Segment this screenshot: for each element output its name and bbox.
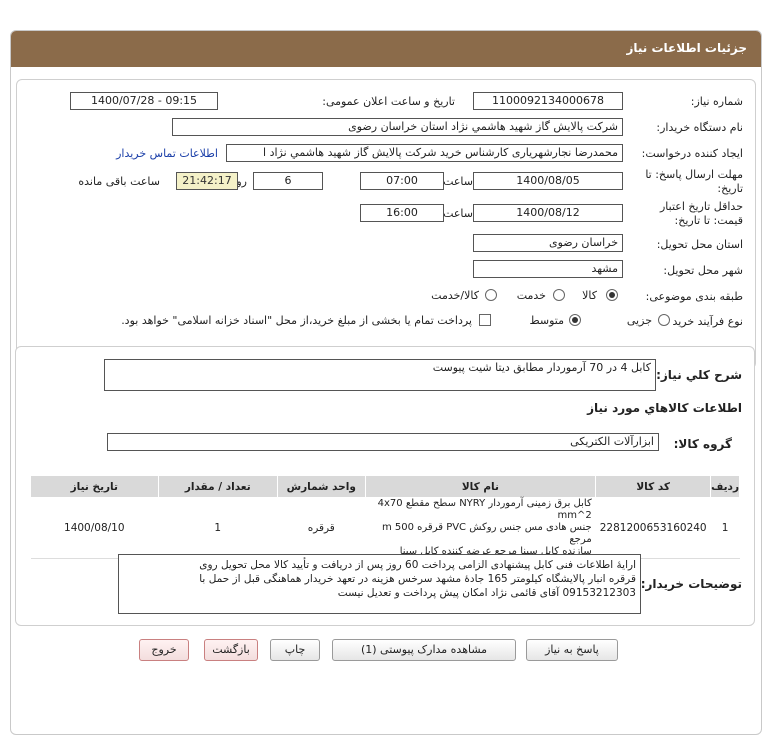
goods-table: ردیف کد کالا نام کالا واحد شمارش تعداد /…: [30, 475, 740, 559]
reply-deadline-date: 1400/08/05: [473, 172, 623, 190]
goods-name-line-1: کابل برق زمینی آرموردار NYRY سطح مقطع 4x…: [377, 498, 592, 521]
buyer-org-label: نام دستگاه خریدار:: [656, 121, 743, 134]
goods-code: 2281200653160240: [595, 497, 711, 559]
goods-qty: 1: [158, 497, 278, 559]
reply-deadline-label-1: مهلت ارسال پاسخ: تا: [645, 168, 743, 181]
delivery-city-label: شهر محل تحویل:: [663, 264, 743, 277]
price-validity-label-1: حداقل تاریخ اعتبار: [659, 200, 743, 213]
process-medium-label: متوسط: [529, 314, 564, 327]
delivery-city-value: مشهد: [473, 260, 623, 278]
col-header-name: نام کالا: [364, 475, 597, 498]
buyer-contact-link[interactable]: اطلاعات تماس خریدار: [116, 147, 218, 160]
purchase-process-label: نوع فرآیند خرید :: [665, 315, 743, 328]
category-goods-radio[interactable]: [606, 289, 618, 301]
table-row: 1 2281200653160240 کابل برق زمینی آرمورد…: [30, 497, 740, 559]
goods-group-value: ابزارآلات الکتریکی: [107, 433, 659, 451]
exit-button[interactable]: خروج: [139, 639, 189, 661]
need-number-value: 1100092134000678: [473, 92, 623, 110]
print-button[interactable]: چاپ: [270, 639, 320, 661]
reply-deadline-label-2: تاریخ:: [717, 182, 743, 195]
goods-section-title: اطلاعات کالاهاي مورد نياز: [587, 401, 742, 415]
process-minor-radio[interactable]: [658, 314, 670, 326]
delivery-province-value: خراسان رضوی: [473, 234, 623, 252]
goods-name-line-2: جنس هادی مس جنس روکش PVC قرقره 500 m مرج…: [381, 522, 592, 545]
view-attachments-button[interactable]: مشاهده مدارک پیوستی (1): [332, 639, 516, 661]
category-goods-service-label: کالا/خدمت: [431, 289, 479, 302]
page-title: جزئیات اطلاعات نیاز: [11, 31, 761, 67]
summary-label: شرح کلي نياز:: [656, 368, 742, 382]
col-header-qty: تعداد / مقدار: [157, 475, 278, 498]
process-minor-label: جزیی: [626, 314, 652, 327]
announce-datetime-label: تاریخ و ساعت اعلان عمومی:: [322, 95, 455, 108]
category-service-radio[interactable]: [553, 289, 565, 301]
reply-deadline-time: 07:00: [360, 172, 444, 190]
delivery-province-label: استان محل تحویل:: [656, 238, 743, 251]
buyer-notes-line-1: ارایهٔ اطلاعات فنی کابل پیشنهادی الزامی …: [199, 559, 636, 571]
buyer-notes-label: توضیحات خریدار:: [640, 577, 742, 591]
col-header-row: ردیف: [710, 475, 740, 498]
reply-time-label: ساعت: [443, 175, 473, 188]
need-number-label: شماره نیاز:: [690, 95, 743, 108]
goods-name: کابل برق زمینی آرموردار NYRY سطح مقطع 4x…: [365, 497, 596, 559]
requester-value: محمدرضا نجارشهریاری کارشناس خرید شرکت پا…: [226, 144, 623, 162]
remaining-time-value: 21:42:17: [176, 172, 238, 190]
buyer-notes-line-2: قرقره انبار پالایشگاه کیلومتر 165 جادهٔ …: [199, 573, 636, 585]
price-validity-time-label: ساعت: [443, 207, 473, 220]
requester-label: ایجاد کننده درخواست:: [641, 147, 743, 160]
buyer-notes-line-3: 09153212303 آقای قائمی نژاد امکان پیش پر…: [337, 587, 636, 599]
price-validity-label-2: قیمت: تا تاریخ:: [674, 214, 743, 227]
announce-datetime-value: 1400/07/28 - 09:15: [70, 92, 218, 110]
price-validity-time: 16:00: [360, 204, 444, 222]
col-header-code: کد کالا: [595, 475, 712, 498]
back-button[interactable]: بازگشت: [204, 639, 258, 661]
category-goods-label: کالا: [582, 289, 597, 302]
treasury-payment-checkbox[interactable]: [479, 314, 491, 326]
category-goods-service-radio[interactable]: [485, 289, 497, 301]
category-service-label: خدمت: [516, 289, 546, 302]
col-header-unit: واحد شمارش: [276, 475, 366, 498]
buyer-notes-box: ارایهٔ اطلاعات فنی کابل پیشنهادی الزامی …: [118, 554, 641, 614]
summary-value: کابل 4 در 70 آرموردار مطابق دیتا شیت پیو…: [104, 359, 656, 391]
category-label: طبقه بندی موضوعی:: [645, 290, 743, 303]
goods-need-date: 1400/08/10: [30, 497, 159, 559]
process-medium-radio[interactable]: [569, 314, 581, 326]
row-number: 1: [710, 497, 740, 559]
goods-unit: قرقره: [277, 497, 366, 559]
buyer-org-value: شرکت پالایش گاز شهید هاشمي نژاد استان خر…: [172, 118, 623, 136]
price-validity-date: 1400/08/12: [473, 204, 623, 222]
reply-days-value: 6: [253, 172, 323, 190]
treasury-payment-note: پرداخت تمام یا بخشی از مبلغ خرید،از محل …: [121, 314, 472, 327]
remaining-time-label: ساعت باقی مانده: [78, 175, 160, 188]
col-header-date: تاریخ نیاز: [30, 475, 159, 498]
goods-group-label: گروه کالا:: [673, 437, 732, 451]
reply-button[interactable]: پاسخ به نیاز: [526, 639, 618, 661]
